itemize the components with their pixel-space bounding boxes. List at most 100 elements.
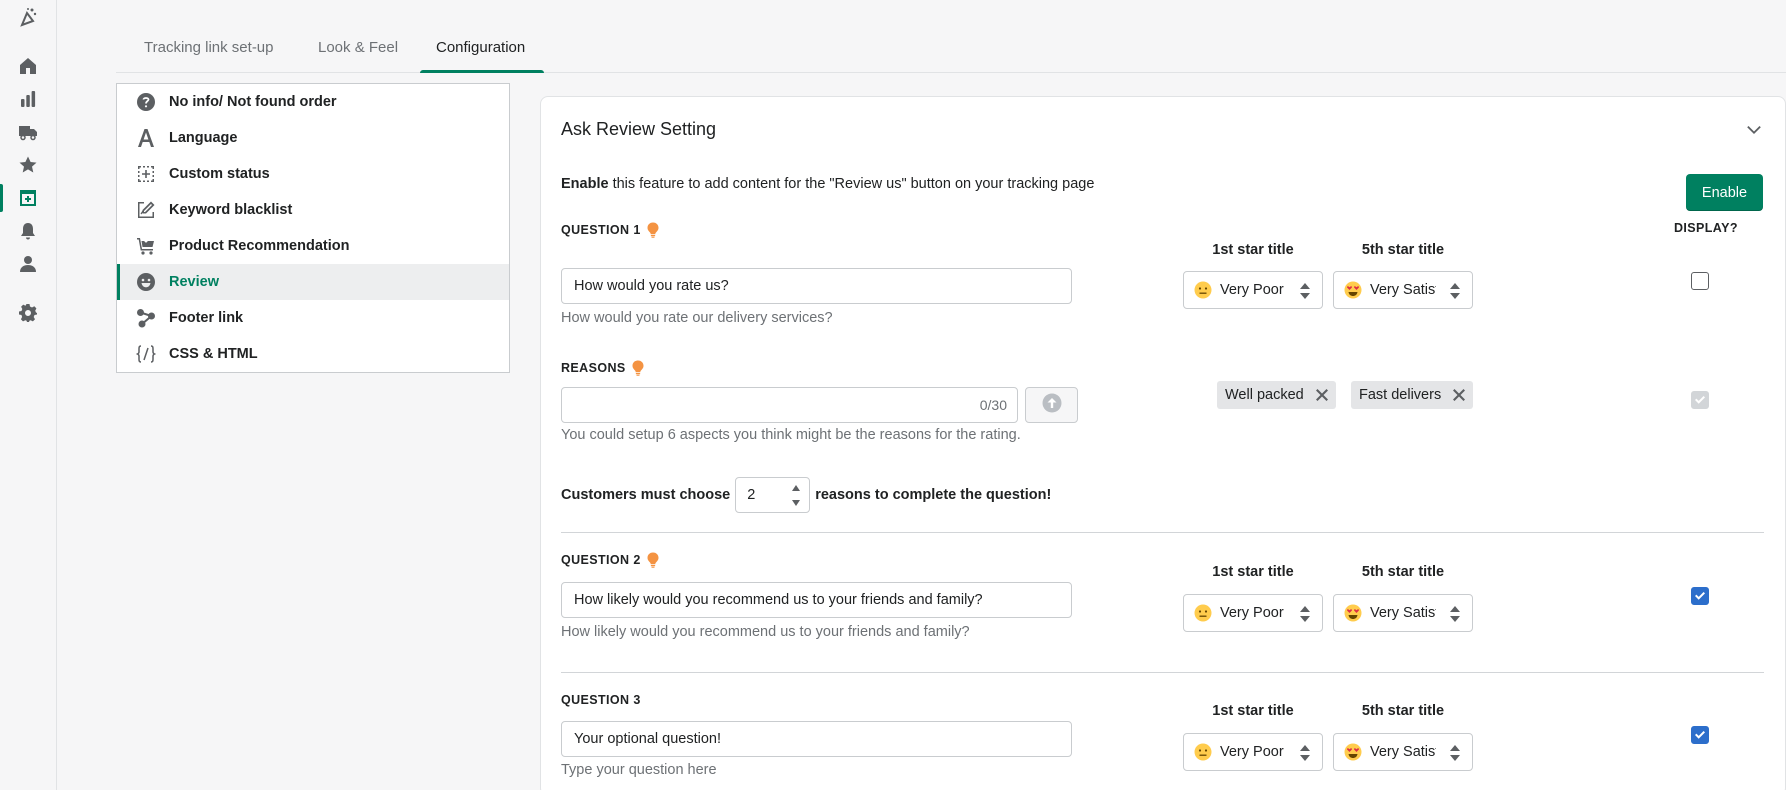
select-value: Very Satisfied — [1370, 282, 1436, 298]
select-arrows-icon — [1450, 283, 1460, 299]
customer-icon[interactable] — [17, 253, 39, 275]
checkmark-icon — [1695, 731, 1705, 739]
configuration-menu: No info/ Not found order Language Custom… — [116, 83, 510, 373]
select-arrows-icon — [1450, 606, 1460, 622]
description-bold: Enable — [561, 176, 609, 192]
question-1-display-checkbox[interactable] — [1691, 272, 1709, 290]
question-1-fifth-star-select[interactable]: Very Satisfied — [1333, 271, 1473, 309]
select-arrows-icon — [1300, 745, 1310, 761]
menu-item-label: Keyword blacklist — [169, 202, 293, 218]
question-2-fifth-star-select[interactable]: Very Satisfied — [1333, 594, 1473, 632]
chevron-down-icon[interactable] — [1744, 119, 1764, 139]
select-value: Very Satisfied — [1370, 605, 1436, 621]
menu-item-label: Language — [169, 130, 238, 146]
home-icon[interactable] — [17, 55, 39, 77]
menu-item-review[interactable]: Review — [117, 264, 509, 300]
menu-item-custom-status[interactable]: Custom status — [117, 156, 509, 192]
reasons-display-checkbox — [1691, 391, 1709, 409]
question-2-label: QUESTION 2 — [561, 552, 660, 568]
tracking-page-icon[interactable] — [0, 184, 39, 212]
select-value: Very Satisfied — [1370, 744, 1436, 760]
menu-item-label: Footer link — [169, 310, 244, 326]
first-star-title-header: 1st star title — [1212, 242, 1294, 258]
select-value: Very Poor — [1220, 282, 1284, 298]
min-reasons-prefix: Customers must choose — [561, 487, 731, 503]
add-reason-button[interactable] — [1025, 387, 1078, 423]
reason-character-counter: 0/30 — [979, 397, 1007, 413]
min-reasons-suffix: reasons to complete the question! — [815, 487, 1052, 503]
notification-bell-icon[interactable] — [17, 220, 39, 242]
question-3-first-star-select[interactable]: Very Poor — [1183, 733, 1323, 771]
question-3-fifth-star-select[interactable]: Very Satisfied — [1333, 733, 1473, 771]
arrow-up-circle-icon — [1042, 393, 1062, 417]
enable-button[interactable]: Enable — [1686, 174, 1763, 211]
question-1-help: How would you rate our delivery services… — [561, 310, 833, 326]
menu-item-footer-link[interactable]: Footer link — [117, 300, 509, 336]
lightbulb-icon[interactable] — [646, 222, 660, 238]
code-icon — [135, 343, 157, 365]
cart-icon — [135, 235, 157, 257]
active-tab-indicator — [420, 70, 544, 73]
menu-item-language[interactable]: Language — [117, 120, 509, 156]
logo-icon[interactable] — [17, 6, 39, 28]
analytics-icon[interactable] — [17, 88, 39, 110]
checkmark-icon — [1695, 396, 1705, 404]
reasons-label: REASONS — [561, 360, 645, 376]
settings-gear-icon[interactable] — [17, 302, 39, 324]
menu-item-product-recommendation[interactable]: Product Recommendation — [117, 228, 509, 264]
remove-tag-icon[interactable] — [1315, 389, 1328, 401]
menu-item-css-html[interactable]: CSS & HTML — [117, 336, 509, 372]
heart-eyes-face-icon — [1344, 604, 1362, 622]
tab-tracking-link-setup[interactable]: Tracking link set-up — [144, 39, 274, 56]
neutral-face-icon — [1194, 743, 1212, 761]
custom-status-icon — [135, 163, 157, 185]
question-2-help: How likely would you recommend us to you… — [561, 624, 970, 640]
reason-tag: Fast delivers — [1351, 381, 1474, 409]
menu-item-label: Custom status — [169, 166, 270, 182]
language-letter-icon — [135, 127, 157, 149]
min-reasons-row: Customers must choose 2 reasons to compl… — [561, 477, 1051, 513]
select-arrows-icon — [1450, 745, 1460, 761]
question-3-display-checkbox[interactable] — [1691, 726, 1709, 744]
question-3-input[interactable]: Your optional question! — [561, 721, 1072, 757]
menu-item-label: Review — [169, 274, 219, 290]
menu-item-no-info[interactable]: No info/ Not found order — [117, 84, 509, 120]
tab-configuration[interactable]: Configuration — [436, 39, 525, 56]
question-1-label: QUESTION 1 — [561, 222, 660, 238]
decrement-icon[interactable] — [786, 496, 806, 510]
question-2-input[interactable]: How likely would you recommend us to you… — [561, 582, 1072, 618]
remove-tag-icon[interactable] — [1453, 389, 1466, 401]
question-circle-icon — [135, 91, 157, 113]
fifth-star-title-header: 5th star title — [1361, 564, 1445, 580]
fifth-star-title-header: 5th star title — [1361, 703, 1445, 719]
lightbulb-icon[interactable] — [631, 360, 645, 376]
star-icon[interactable] — [17, 154, 39, 176]
question-2-display-checkbox[interactable] — [1691, 587, 1709, 605]
card-title: Ask Review Setting — [561, 119, 717, 139]
increment-icon[interactable] — [786, 481, 806, 495]
select-arrows-icon — [1300, 283, 1310, 299]
min-reasons-number-input[interactable]: 2 — [735, 477, 811, 513]
select-value: Very Poor — [1220, 744, 1284, 760]
question-3-help: Type your question here — [561, 762, 717, 778]
shipping-truck-icon[interactable] — [17, 121, 39, 143]
divider — [561, 672, 1764, 673]
lightbulb-icon[interactable] — [646, 552, 660, 568]
question-1-input[interactable]: How would you rate us? — [561, 268, 1072, 304]
settings-tabs: Tracking link set-up Look & Feel Configu… — [116, 0, 1786, 73]
select-value: Very Poor — [1220, 605, 1284, 621]
tab-look-and-feel[interactable]: Look & Feel — [318, 39, 398, 56]
heart-eyes-face-icon — [1344, 281, 1362, 299]
reason-input[interactable]: 0/30 — [561, 387, 1018, 423]
first-star-title-header: 1st star title — [1212, 564, 1294, 580]
question-1-first-star-select[interactable]: Very Poor — [1183, 271, 1323, 309]
first-star-title-header: 1st star title — [1212, 703, 1294, 719]
question-2-first-star-select[interactable]: Very Poor — [1183, 594, 1323, 632]
reasons-label-text: REASONS — [561, 361, 626, 375]
question-label-text: QUESTION 1 — [561, 223, 641, 237]
description-text: this feature to add content for the "Rev… — [608, 176, 1095, 192]
neutral-face-icon — [1194, 604, 1212, 622]
menu-item-keyword-blacklist[interactable]: Keyword blacklist — [117, 192, 509, 228]
tag-label: Well packed — [1225, 387, 1304, 403]
reason-tag: Well packed — [1217, 381, 1336, 409]
